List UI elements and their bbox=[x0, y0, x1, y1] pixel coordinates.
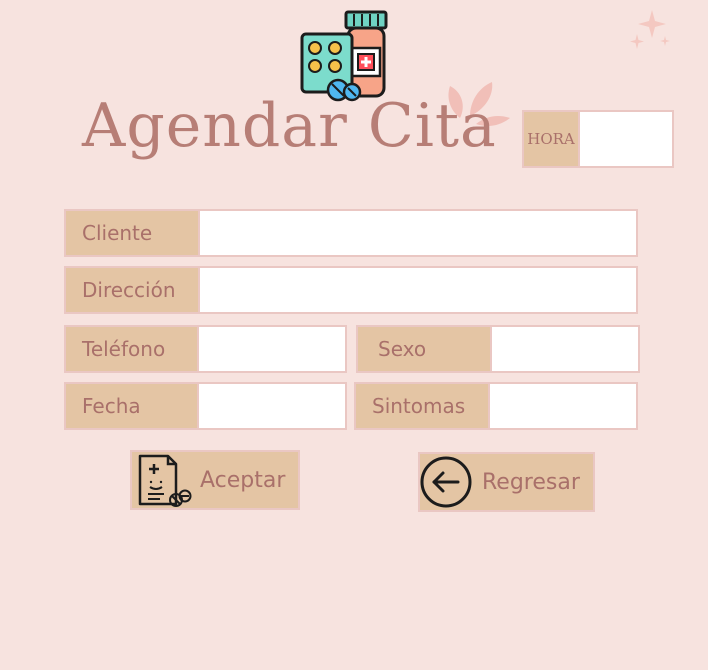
prescription-icon bbox=[138, 454, 192, 507]
fecha-field[interactable] bbox=[197, 382, 347, 430]
arrow-left-icon bbox=[420, 456, 472, 508]
telefono-field[interactable] bbox=[197, 325, 347, 373]
cliente-label: Cliente bbox=[64, 209, 200, 257]
sexo-field[interactable] bbox=[490, 325, 640, 373]
sexo-label: Sexo bbox=[356, 325, 492, 373]
sintomas-field[interactable] bbox=[488, 382, 638, 430]
hora-label: HORA bbox=[522, 110, 580, 168]
cliente-field[interactable] bbox=[198, 209, 638, 257]
aceptar-label: Aceptar bbox=[200, 467, 286, 493]
sparkle-icon bbox=[630, 10, 670, 49]
aceptar-button[interactable]: Aceptar bbox=[130, 450, 300, 510]
telefono-label: Teléfono bbox=[64, 325, 200, 373]
direccion-field[interactable] bbox=[198, 266, 638, 314]
regresar-label: Regresar bbox=[482, 469, 580, 495]
regresar-button[interactable]: Regresar bbox=[418, 452, 595, 512]
medicine-icon bbox=[300, 10, 388, 102]
fecha-label: Fecha bbox=[64, 382, 200, 430]
page-title: Agendar Cita bbox=[82, 91, 497, 161]
hora-field[interactable] bbox=[578, 110, 674, 168]
sintomas-label: Sintomas bbox=[354, 382, 490, 430]
direccion-label: Dirección bbox=[64, 266, 200, 314]
